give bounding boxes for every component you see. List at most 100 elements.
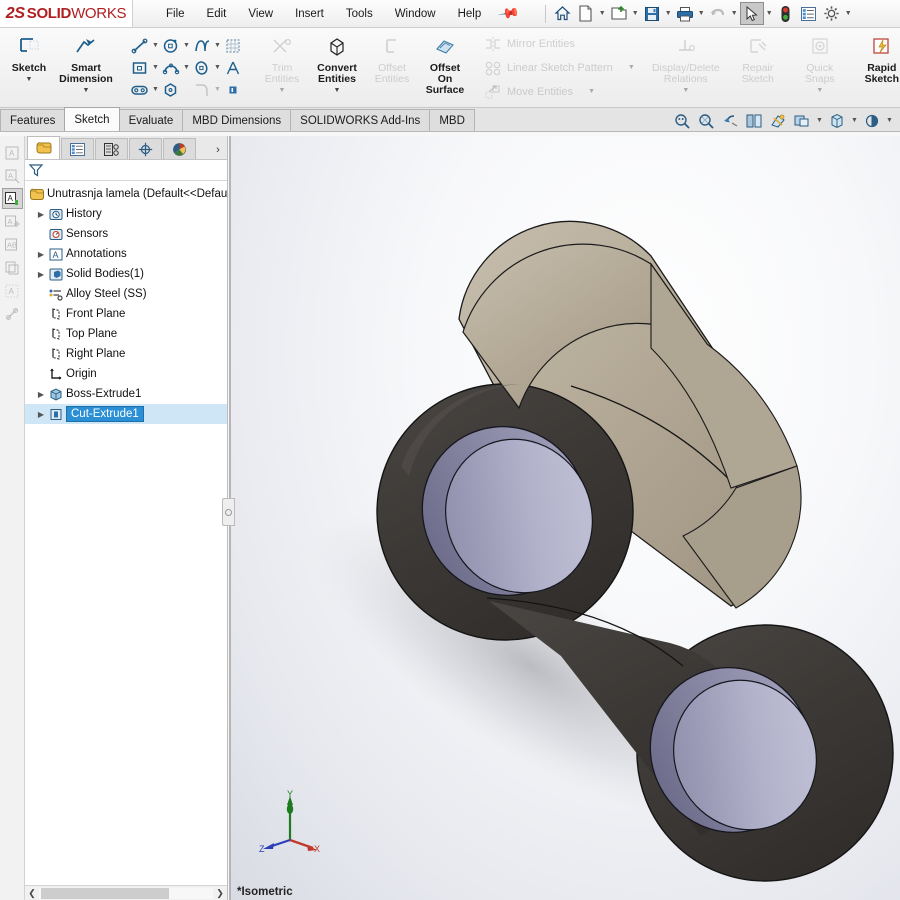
trim-entities-dropdown-caret[interactable]: ▼ [279, 87, 286, 94]
section-view-icon[interactable] [743, 110, 765, 131]
print-icon[interactable] [674, 3, 696, 25]
feature-tree-filter-input[interactable] [44, 161, 227, 179]
property-manager-tab[interactable] [61, 138, 94, 159]
linear-sketch-pattern-item[interactable]: Linear Sketch Pattern ▼ [480, 57, 638, 79]
tab-sketch[interactable]: Sketch [64, 107, 120, 131]
smart-dimension-dropdown-caret[interactable]: ▼ [83, 87, 90, 94]
tab-features[interactable]: Features [0, 109, 66, 131]
tree-item-history[interactable]: ▶ History [25, 204, 227, 224]
open-caret[interactable]: ▼ [631, 10, 640, 17]
apply-scene-caret[interactable]: ▼ [885, 117, 894, 124]
scrollbar-track[interactable] [39, 887, 213, 899]
tree-item-sensors[interactable]: Sensors [25, 224, 227, 244]
tree-item-cut-extrude1[interactable]: ▶ Cut-Extrude1 [25, 404, 227, 424]
circle-icon[interactable] [160, 36, 182, 56]
display-delete-relations-button[interactable]: Display/Delete Relations ▼ [650, 28, 722, 107]
tree-item-annotations[interactable]: ▶ A Annotations [25, 244, 227, 264]
tab-solidworks-add-ins[interactable]: SOLIDWORKS Add-Ins [290, 109, 431, 131]
display-delete-relations-caret[interactable]: ▼ [682, 87, 689, 94]
quick-snaps-button[interactable]: Quick Snaps ▼ [794, 28, 846, 107]
menu-insert[interactable]: Insert [284, 4, 335, 24]
feature-tree-horizontal-scrollbar[interactable]: ❮ ❯ [25, 885, 227, 900]
move-entities-item[interactable]: Move Entities ▼ [480, 81, 638, 103]
expand-arrow-icon[interactable]: ▶ [35, 250, 47, 259]
graphics-viewport[interactable]: Y X Z *Isometric [231, 136, 900, 900]
panel-splitter-handle[interactable] [222, 498, 235, 526]
smart-dimension-button[interactable]: Smart Dimension ▼ [55, 28, 117, 107]
new-document-icon[interactable] [575, 3, 597, 25]
scroll-right-arrow-icon[interactable]: ❯ [213, 888, 227, 899]
new-document-caret[interactable]: ▼ [598, 10, 607, 17]
options-caret[interactable]: ▼ [844, 10, 853, 17]
annotation-tool-4-icon[interactable]: A [2, 211, 23, 232]
zoom-to-fit-icon[interactable] [671, 110, 693, 131]
convert-entities-button[interactable]: Convert Entities ▼ [308, 28, 366, 107]
select-caret[interactable]: ▼ [765, 10, 774, 17]
feature-manager-tree-tab[interactable] [27, 136, 60, 159]
select-arrow-icon[interactable] [739, 2, 764, 25]
menu-edit[interactable]: Edit [196, 4, 238, 24]
tree-item-front-plane[interactable]: Front Plane [25, 304, 227, 324]
undo-icon[interactable] [707, 3, 729, 25]
tree-item-right-plane[interactable]: Right Plane [25, 344, 227, 364]
quick-snaps-caret[interactable]: ▼ [816, 87, 823, 94]
annotation-tool-6-icon[interactable] [2, 257, 23, 278]
sketch-button[interactable]: Sketch ▼ [3, 28, 55, 107]
annotation-tool-7-icon[interactable]: A [2, 280, 23, 301]
offset-on-surface-button[interactable]: Offset On Surface [418, 28, 472, 107]
rectangle-dropdown-caret[interactable]: ▼ [151, 64, 160, 71]
tree-item-solid-bodies[interactable]: ▶ Solid Bodies(1) [25, 264, 227, 284]
arc-icon[interactable] [160, 58, 182, 78]
mirror-entities-item[interactable]: Mirror Entities [480, 33, 638, 55]
annotation-tool-2-icon[interactable]: A [2, 165, 23, 186]
point-icon[interactable] [222, 80, 244, 100]
annotation-tool-5-icon[interactable]: AB [2, 234, 23, 255]
annotation-tool-1-icon[interactable]: A [2, 142, 23, 163]
sketch-dropdown-caret[interactable]: ▼ [26, 76, 33, 83]
menu-tools[interactable]: Tools [335, 4, 384, 24]
tree-item-part-root[interactable]: Unutrasnja lamela (Default<<Default> [25, 184, 227, 204]
menu-window[interactable]: Window [384, 4, 447, 24]
expand-arrow-icon[interactable]: ▶ [35, 270, 47, 279]
slot-icon[interactable] [129, 80, 151, 100]
pin-icon[interactable]: 📌 [497, 2, 521, 26]
dimxpert-manager-tab[interactable] [129, 138, 162, 159]
tree-item-material[interactable]: Alloy Steel (SS) [25, 284, 227, 304]
slot-dropdown-caret[interactable]: ▼ [151, 86, 160, 93]
apply-scene-icon[interactable] [861, 110, 883, 131]
text-icon[interactable] [222, 58, 244, 78]
fillet-dropdown-caret[interactable]: ▼ [213, 86, 222, 93]
rapid-sketch-button[interactable]: Rapid Sketch [856, 28, 900, 107]
rectangle-icon[interactable] [129, 58, 151, 78]
arc-dropdown-caret[interactable]: ▼ [182, 64, 191, 71]
linear-sketch-pattern-caret[interactable]: ▼ [627, 64, 636, 71]
display-style-icon[interactable] [791, 110, 813, 131]
rebuild-traffic-light-icon[interactable] [775, 3, 797, 25]
tab-mbd[interactable]: MBD [429, 109, 475, 131]
print-caret[interactable]: ▼ [697, 10, 706, 17]
move-entities-caret[interactable]: ▼ [587, 88, 596, 95]
ellipse-dropdown-caret[interactable]: ▼ [213, 64, 222, 71]
trim-entities-button[interactable]: Trim Entities ▼ [256, 28, 308, 107]
expand-arrow-icon[interactable]: ▶ [35, 210, 47, 219]
convert-entities-dropdown-caret[interactable]: ▼ [334, 87, 341, 94]
save-caret[interactable]: ▼ [664, 10, 673, 17]
expand-arrow-icon[interactable]: ▶ [35, 390, 47, 399]
save-icon[interactable] [641, 3, 663, 25]
hide-show-items-icon[interactable] [826, 110, 848, 131]
view-orientation-icon[interactable] [767, 110, 789, 131]
circle-dropdown-caret[interactable]: ▼ [182, 42, 191, 49]
undo-caret[interactable]: ▼ [730, 10, 739, 17]
spline-icon[interactable] [191, 36, 213, 56]
scroll-left-arrow-icon[interactable]: ❮ [25, 888, 39, 899]
annotation-tool-8-icon[interactable] [2, 303, 23, 324]
line-icon[interactable] [129, 36, 151, 56]
options-list-icon[interactable] [798, 3, 820, 25]
menu-help[interactable]: Help [447, 4, 493, 24]
annotation-tool-3-icon[interactable]: A [1, 188, 23, 209]
home-icon[interactable] [552, 3, 574, 25]
polygon-icon[interactable] [160, 80, 182, 100]
line-dropdown-caret[interactable]: ▼ [151, 42, 160, 49]
fillet-icon[interactable] [191, 80, 213, 100]
spline-dropdown-caret[interactable]: ▼ [213, 42, 222, 49]
